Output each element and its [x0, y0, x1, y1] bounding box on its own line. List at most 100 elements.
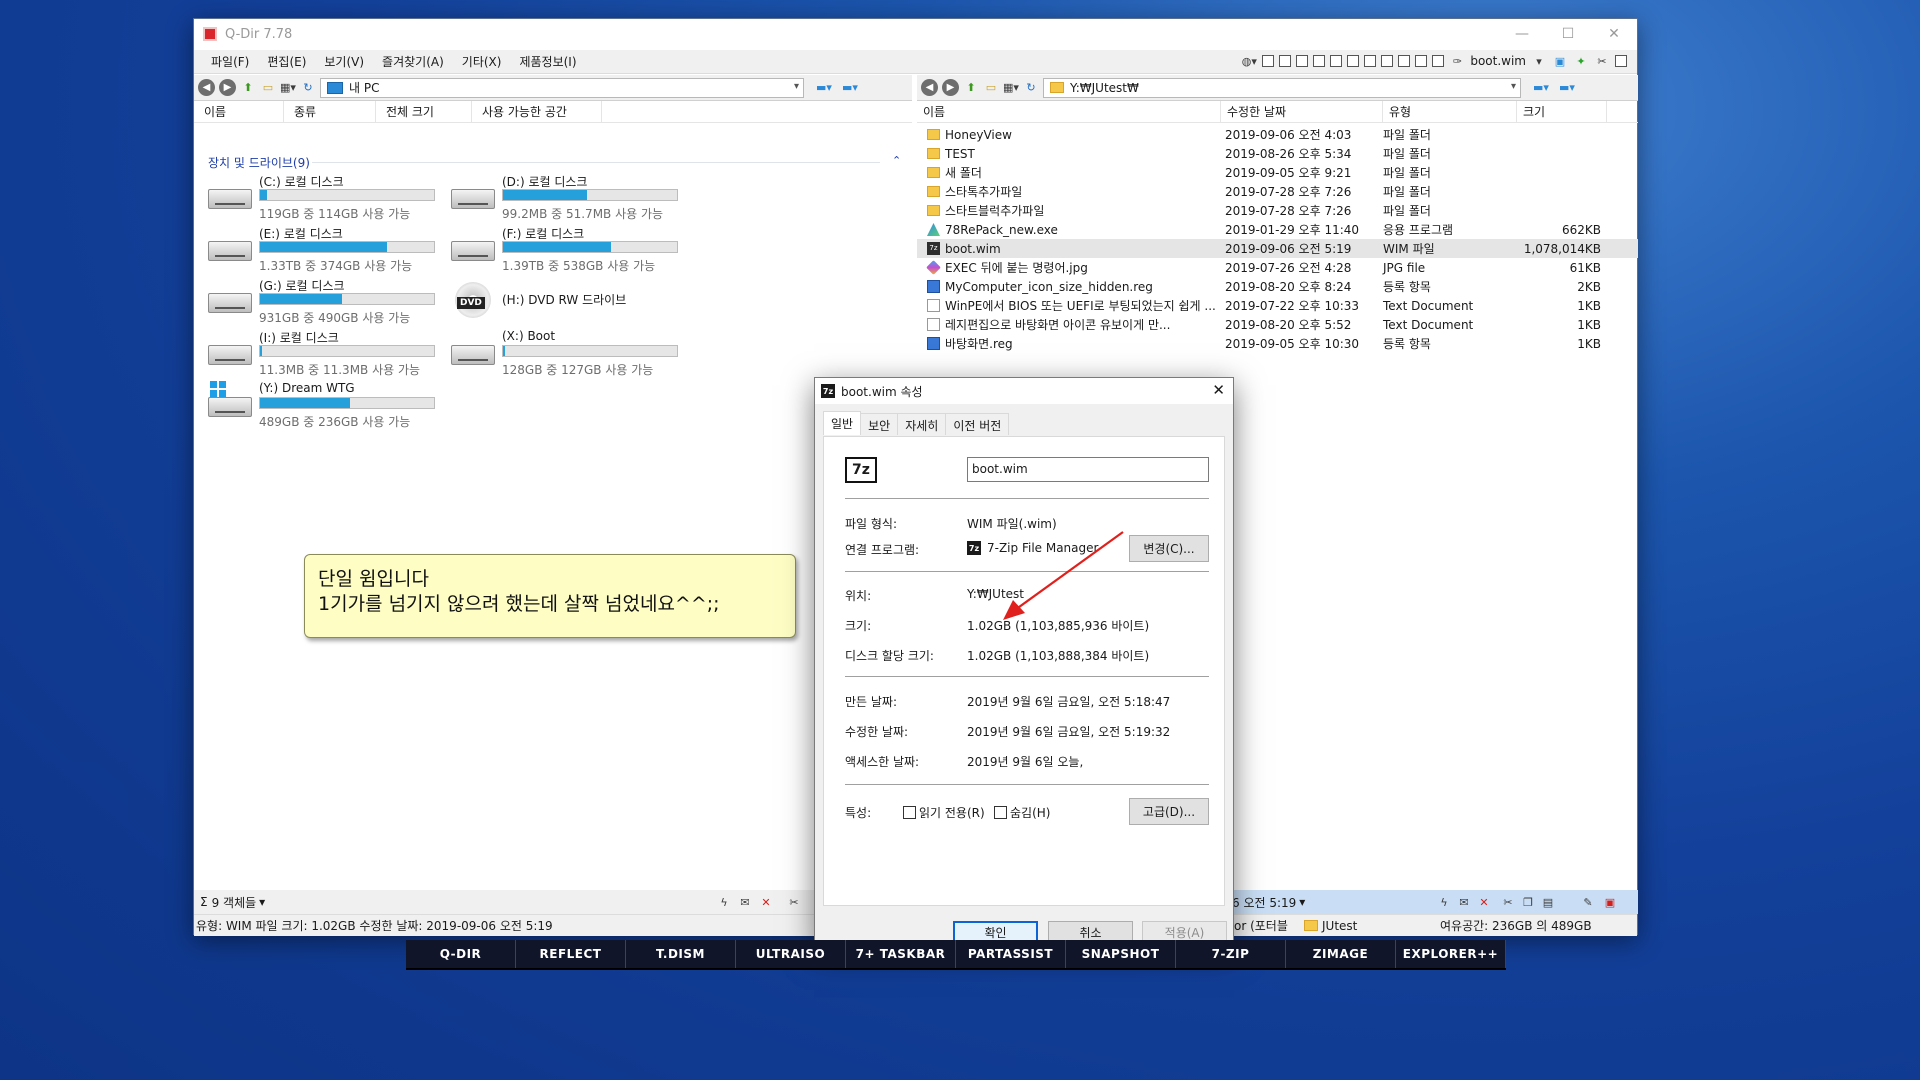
back-icon[interactable]: ◀ [198, 79, 215, 96]
layout-icon[interactable] [1313, 55, 1326, 67]
up-folder-icon[interactable]: ⬆ [240, 80, 256, 96]
drive-d[interactable]: (D:) 로컬 디스크 99.2MB 중 51.7MB 사용 가능 [451, 173, 701, 225]
collapse-icon[interactable]: ⌃ [892, 154, 901, 167]
mail-icon[interactable]: ✉ [737, 894, 753, 910]
col-free[interactable]: 사용 가능한 공간 [472, 100, 602, 123]
file-row[interactable]: 바탕화면.reg 2019-09-05 오후 10:30 등록 항목 1KB [917, 334, 1638, 353]
launch-reflect[interactable]: REFLECT [516, 940, 626, 968]
file-row[interactable]: HoneyView 2019-09-06 오전 4:03 파일 폴더 [917, 125, 1638, 144]
tab-previous-versions[interactable]: 이전 버전 [945, 413, 1010, 435]
file-row[interactable]: EXEC 뒤에 붙는 명령어.jpg 2019-07-26 오전 4:28 JPG … [917, 258, 1638, 277]
file-row[interactable]: MyComputer_icon_size_hidden.reg 2019-08-2… [917, 277, 1638, 296]
launch-7zip[interactable]: 7-ZIP [1176, 940, 1286, 968]
monitor-icon[interactable]: ▬▾ [1533, 80, 1549, 96]
file-row-selected[interactable]: 7z boot.wim 2019-09-06 오전 5:19 WIM 파일 1,078,… [917, 239, 1638, 258]
col-name[interactable]: 이름 [917, 101, 1221, 122]
status-folder[interactable]: JUtest [1322, 919, 1357, 933]
menu-edit[interactable]: 편집(E) [258, 53, 315, 70]
title-bar[interactable]: Q-Dir 7.78 — ☐ ✕ [194, 19, 1637, 49]
col-kind[interactable]: 종류 [284, 100, 376, 123]
tool-icon[interactable]: ✑ [1449, 53, 1465, 69]
layout-icon[interactable] [1262, 55, 1275, 67]
chevron-down-icon[interactable]: ▾ [1299, 895, 1305, 909]
folder-icon[interactable]: ▭ [983, 80, 999, 96]
col-modified[interactable]: 수정한 날짜 [1221, 101, 1383, 122]
tab-security[interactable]: 보안 [860, 413, 899, 435]
window-icon[interactable] [1615, 55, 1627, 67]
forward-icon[interactable]: ▶ [219, 79, 236, 96]
file-row[interactable]: 78RePack_new.exe 2019-01-29 오후 11:40 응용 프로… [917, 220, 1638, 239]
launch-partassist[interactable]: PARTASSIST [956, 940, 1066, 968]
drive-e[interactable]: (E:) 로컬 디스크 1.33TB 중 374GB 사용 가능 [208, 225, 458, 277]
col-total[interactable]: 전체 크기 [376, 100, 472, 123]
drive-h-dvd[interactable]: DVD (H:) DVD RW 드라이브 [451, 277, 701, 329]
maximize-button[interactable]: ☐ [1545, 19, 1591, 49]
monitor-icon[interactable]: ▬▾ [1559, 80, 1575, 96]
chevron-down-icon[interactable]: ▾ [794, 81, 799, 92]
delete-icon[interactable]: ✕ [1476, 894, 1492, 910]
folder-icon[interactable]: ▭ [260, 80, 276, 96]
pin-icon[interactable]: ✦ [1573, 53, 1589, 69]
layout-icon[interactable] [1398, 55, 1411, 67]
menu-favorites[interactable]: 즐겨찾기(A) [373, 53, 453, 70]
drive-i[interactable]: (I:) 로컬 디스크 11.3MB 중 11.3MB 사용 가능 [208, 329, 458, 381]
layout-icon[interactable] [1415, 55, 1428, 67]
launch-tdism[interactable]: T.DISM [626, 940, 736, 968]
drive-y[interactable]: (Y:) Dream WTG 489GB 중 236GB 사용 가능 [208, 381, 458, 433]
drive-c[interactable]: (C:) 로컬 디스크 119GB 중 114GB 사용 가능 [208, 173, 458, 225]
stop-icon[interactable]: ▣ [1602, 894, 1618, 910]
globe-icon[interactable]: ◍▾ [1241, 53, 1257, 69]
group-title[interactable]: 장치 및 드라이브(9) [208, 154, 310, 171]
drive-x[interactable]: (X:) Boot 128GB 중 127GB 사용 가능 [451, 329, 701, 381]
view-grid-icon[interactable]: ▦▾ [1003, 80, 1019, 96]
refresh-icon[interactable]: ↻ [300, 80, 316, 96]
layout-icon[interactable] [1347, 55, 1360, 67]
layout-icon[interactable] [1432, 55, 1445, 67]
filename-field[interactable]: boot.wim [967, 457, 1209, 482]
view-grid-icon[interactable]: ▦▾ [280, 80, 296, 96]
file-row[interactable]: 새 폴더 2019-09-05 오후 9:21 파일 폴더 [917, 163, 1638, 182]
pc-icon[interactable]: ▣ [1552, 53, 1568, 69]
checkbox-icon[interactable] [994, 806, 1007, 819]
cut-icon[interactable]: ✂ [1500, 894, 1516, 910]
checkbox-icon[interactable] [903, 806, 916, 819]
menu-view[interactable]: 보기(V) [315, 53, 373, 70]
launch-7taskbar[interactable]: 7+ TASKBAR [846, 940, 956, 968]
launch-explorerpp[interactable]: EXPLORER++ [1396, 940, 1506, 968]
advanced-button[interactable]: 고급(D)... [1129, 798, 1209, 825]
forward-icon[interactable]: ▶ [942, 79, 959, 96]
close-button[interactable]: ✕ [1591, 19, 1637, 49]
status-date[interactable]: 6 오전 5:19 [1232, 894, 1296, 911]
file-row[interactable]: 스타트블럭추가파일 2019-07-28 오후 7:26 파일 폴더 [917, 201, 1638, 220]
refresh-icon[interactable]: ↻ [1023, 80, 1039, 96]
launch-snapshot[interactable]: SNAPSHOT [1066, 940, 1176, 968]
object-count[interactable]: 9 객체들 [212, 894, 257, 911]
delete-icon[interactable]: ✕ [758, 894, 774, 910]
mail-icon[interactable]: ✉ [1456, 894, 1472, 910]
monitor-icon[interactable]: ▬▾ [842, 80, 858, 96]
tab-general[interactable]: 일반 [823, 411, 862, 435]
menu-info[interactable]: 제품정보(I) [510, 53, 585, 70]
paste-icon[interactable]: ▤ [1540, 894, 1556, 910]
launch-ultraiso[interactable]: ULTRAISO [736, 940, 846, 968]
chevron-down-icon[interactable]: ▾ [259, 895, 265, 909]
flash-icon[interactable]: ϟ [1436, 894, 1452, 910]
col-name[interactable]: 이름 [194, 100, 284, 123]
close-icon[interactable]: ✕ [1212, 381, 1225, 399]
col-size[interactable]: 크기 [1517, 101, 1607, 122]
col-type[interactable]: 유형 [1383, 101, 1517, 122]
drive-f[interactable]: (F:) 로컬 디스크 1.39TB 중 538GB 사용 가능 [451, 225, 701, 277]
file-row[interactable]: WinPE에서 BIOS 또는 UEFI로 부팅되었는지 쉽게 ... 2019-… [917, 296, 1638, 315]
current-file-label[interactable]: boot.wim [1470, 54, 1526, 68]
edit-icon[interactable]: ✎ [1580, 894, 1596, 910]
layout-icon[interactable] [1279, 55, 1292, 67]
dialog-title-bar[interactable]: 7z boot.wim 속성 ✕ [815, 378, 1233, 404]
layout-icon[interactable] [1330, 55, 1343, 67]
back-icon[interactable]: ◀ [921, 79, 938, 96]
layout-icon[interactable] [1381, 55, 1394, 67]
menu-file[interactable]: 파일(F) [202, 53, 258, 70]
file-row[interactable]: TEST 2019-08-26 오후 5:34 파일 폴더 [917, 144, 1638, 163]
launch-zimage[interactable]: ZIMAGE [1286, 940, 1396, 968]
monitor-icon[interactable]: ▬▾ [816, 80, 832, 96]
launch-qdir[interactable]: Q-DIR [406, 940, 516, 968]
